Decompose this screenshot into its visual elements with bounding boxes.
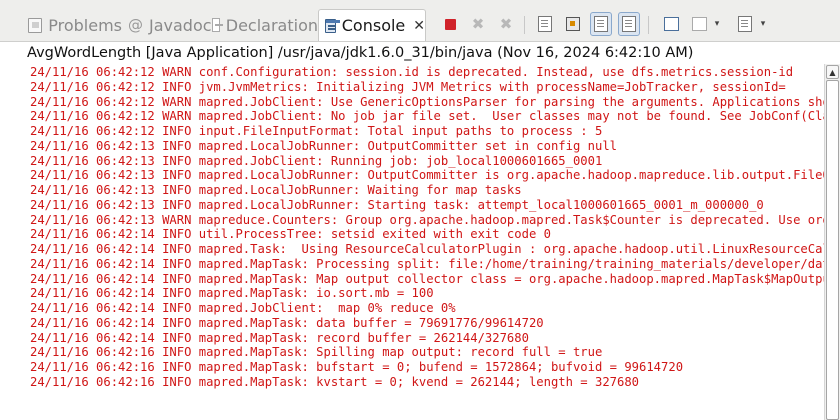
log-line: 24/11/16 06:42:12 WARN mapred.JobClient:… bbox=[30, 94, 824, 109]
log-line: 24/11/16 06:42:13 INFO mapred.LocalJobRu… bbox=[30, 197, 764, 212]
log-line: 24/11/16 06:42:13 WARN mapreduce.Counter… bbox=[30, 212, 824, 227]
pin-console-icon bbox=[663, 17, 679, 31]
chevron-down-icon: ▾ bbox=[714, 19, 720, 29]
log-line: 24/11/16 06:42:13 INFO mapred.JobClient:… bbox=[30, 153, 603, 168]
scroll-up-button[interactable]: ▲ bbox=[826, 65, 839, 79]
tab-javadoc-label: Javadoc bbox=[149, 15, 212, 35]
tab-problems[interactable]: Problems bbox=[22, 9, 122, 41]
scroll-lock-icon bbox=[566, 17, 580, 31]
log-line: 24/11/16 06:42:12 WARN mapred.JobClient:… bbox=[30, 109, 824, 124]
log-line: 24/11/16 06:42:14 INFO mapred.MapTask: P… bbox=[30, 256, 824, 271]
toolbar-separator bbox=[524, 16, 525, 34]
log-line: 24/11/16 06:42:14 INFO mapred.MapTask: M… bbox=[30, 271, 824, 286]
problems-icon bbox=[28, 17, 43, 33]
scrollbar-thumb[interactable] bbox=[826, 80, 839, 420]
log-line: 24/11/16 06:42:14 INFO mapred.MapTask: i… bbox=[30, 286, 434, 301]
scroll-lock-button[interactable] bbox=[562, 12, 584, 36]
launch-description: AvgWordLength [Java Application] /usr/ja… bbox=[0, 42, 840, 64]
remove-launch-button[interactable]: ✖ bbox=[467, 12, 489, 36]
log-line: 24/11/16 06:42:13 INFO mapred.LocalJobRu… bbox=[30, 168, 824, 183]
terminate-button[interactable] bbox=[439, 12, 461, 36]
clear-console-icon bbox=[538, 16, 552, 32]
at-icon: @ bbox=[128, 16, 143, 34]
log-line: 24/11/16 06:42:14 INFO mapred.JobClient:… bbox=[30, 301, 456, 315]
tab-javadoc[interactable]: @ Javadoc bbox=[122, 9, 212, 41]
show-stdout-icon bbox=[594, 16, 608, 32]
log-line: 24/11/16 06:42:16 INFO mapred.MapTask: b… bbox=[30, 360, 684, 374]
log-line: 24/11/16 06:42:13 INFO mapred.LocalJobRu… bbox=[30, 138, 617, 153]
display-console-icon bbox=[691, 17, 707, 31]
show-stderr-icon bbox=[622, 16, 636, 32]
open-console-button[interactable] bbox=[734, 12, 756, 36]
show-stdout-button[interactable] bbox=[590, 12, 612, 36]
tab-console[interactable]: Console ✕ bbox=[318, 9, 426, 41]
log-line: 24/11/16 06:42:12 INFO input.FileInputFo… bbox=[30, 124, 603, 138]
declaration-icon bbox=[212, 18, 223, 32]
toolbar-separator bbox=[648, 16, 649, 34]
close-icon[interactable]: ✕ bbox=[413, 18, 425, 34]
pin-console-button[interactable] bbox=[660, 12, 682, 36]
open-console-icon bbox=[738, 16, 752, 32]
clear-console-button[interactable] bbox=[534, 12, 556, 36]
terminate-icon bbox=[444, 18, 456, 30]
tab-console-label: Console bbox=[341, 16, 406, 35]
display-console-dropdown[interactable]: ▾ bbox=[710, 12, 724, 36]
remove-all-terminated-icon: ✖ bbox=[499, 15, 513, 33]
show-stderr-button[interactable] bbox=[618, 12, 640, 36]
log-line: 24/11/16 06:42:14 INFO mapred.Task: Usin… bbox=[30, 242, 824, 256]
remove-launch-icon: ✖ bbox=[471, 15, 485, 33]
log-line: 24/11/16 06:42:14 INFO util.ProcessTree:… bbox=[30, 227, 551, 242]
console-output[interactable]: 24/11/16 06:42:12 WARN conf.Configuratio… bbox=[0, 64, 824, 420]
log-line: 24/11/16 06:42:12 WARN conf.Configuratio… bbox=[30, 65, 794, 79]
log-line: 24/11/16 06:42:13 INFO mapred.LocalJobRu… bbox=[30, 183, 522, 197]
tab-declaration-label: Declaration bbox=[225, 15, 318, 35]
log-line: 24/11/16 06:42:14 INFO mapred.MapTask: d… bbox=[30, 315, 544, 330]
tab-declaration[interactable]: Declaration bbox=[206, 9, 318, 41]
vertical-scrollbar[interactable]: ▲ bbox=[824, 64, 840, 420]
log-line: 24/11/16 06:42:16 INFO mapred.MapTask: k… bbox=[30, 374, 640, 389]
console-icon bbox=[325, 18, 340, 33]
tab-problems-label: Problems bbox=[48, 15, 122, 35]
log-line: 24/11/16 06:42:16 INFO mapred.MapTask: S… bbox=[30, 345, 603, 360]
console-log: 24/11/16 06:42:12 WARN conf.Configuratio… bbox=[30, 65, 824, 390]
log-line: 24/11/16 06:42:12 INFO jvm.JvmMetrics: I… bbox=[30, 79, 786, 94]
view-tab-bar: Problems @ Javadoc Declaration Console ✕… bbox=[0, 0, 840, 42]
chevron-down-icon: ▾ bbox=[760, 19, 766, 29]
open-console-dropdown[interactable]: ▾ bbox=[756, 12, 770, 36]
display-console-button[interactable] bbox=[688, 12, 710, 36]
log-line: 24/11/16 06:42:14 INFO mapred.MapTask: r… bbox=[30, 330, 529, 345]
remove-all-terminated-button[interactable]: ✖ bbox=[495, 12, 517, 36]
